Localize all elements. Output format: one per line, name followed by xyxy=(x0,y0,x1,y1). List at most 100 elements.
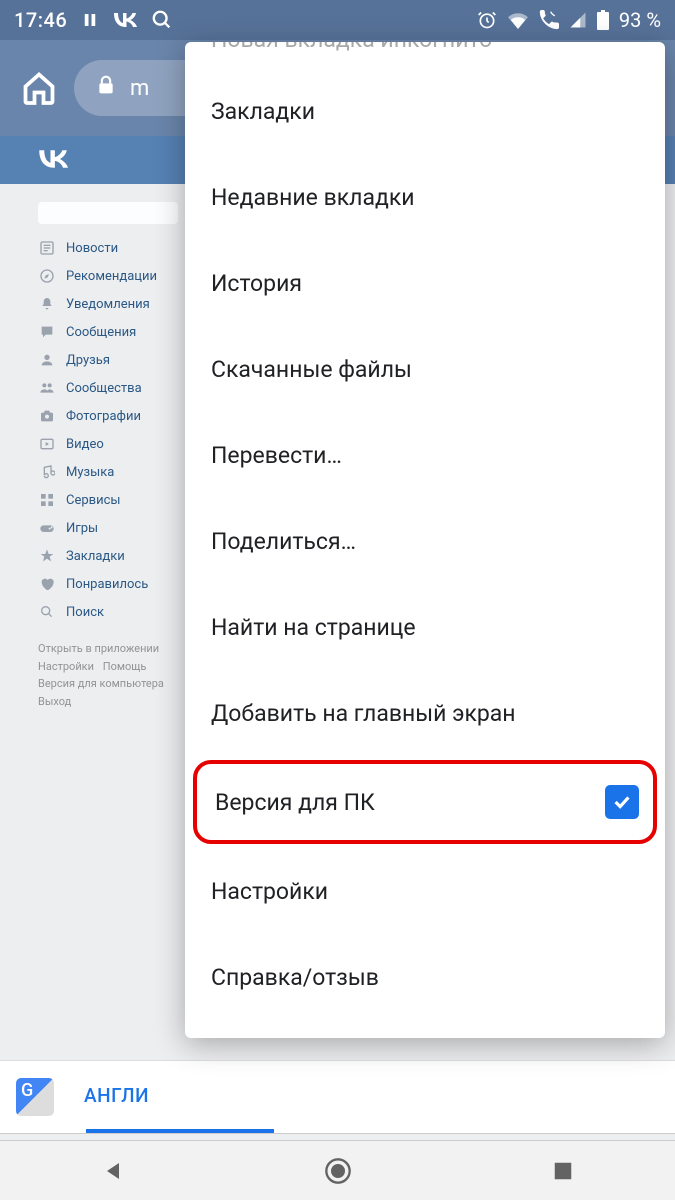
status-left: 17:46 xyxy=(14,8,173,32)
menu-item-label: Добавить на главный экран xyxy=(211,700,516,727)
footer-help[interactable]: Помощь xyxy=(103,658,147,676)
music-icon xyxy=(38,463,56,481)
clock: 17:46 xyxy=(14,8,67,32)
menu-item-label: Перевести… xyxy=(211,442,342,469)
menu-item-label: Закладки xyxy=(211,98,315,125)
battery-icon xyxy=(597,10,609,30)
sidebar-item-bell[interactable]: Уведомления xyxy=(38,290,198,318)
home-nav-button[interactable] xyxy=(318,1151,358,1191)
menu-item-label: Настройки xyxy=(211,878,328,905)
camera-icon xyxy=(38,407,56,425)
sidebar-item-label: Видео xyxy=(66,437,104,452)
sidebar-item-label: Сервисы xyxy=(66,493,121,508)
sidebar-item-news[interactable]: Новости xyxy=(38,234,198,262)
battery-percent: 93 % xyxy=(619,8,661,32)
vk-logo-icon[interactable] xyxy=(38,146,68,174)
sidebar-footer: Открыть в приложении Настройки Помощь Ве… xyxy=(38,640,198,710)
sidebar-item-label: Друзья xyxy=(66,353,110,368)
menu-item-6[interactable]: Найти на странице xyxy=(185,584,665,670)
checkbox-checked-icon[interactable] xyxy=(605,785,639,819)
url-text: m xyxy=(130,76,149,101)
menu-item-4[interactable]: Перевести… xyxy=(185,412,665,498)
alarm-icon xyxy=(477,10,497,30)
pause-icon xyxy=(81,11,99,29)
user-icon xyxy=(38,351,56,369)
vk-notification-icon xyxy=(113,11,137,29)
sidebar-item-video[interactable]: Видео xyxy=(38,430,198,458)
menu-item-2[interactable]: История xyxy=(185,240,665,326)
footer-desktop[interactable]: Версия для компьютера xyxy=(38,675,164,693)
sidebar-item-label: Фотографии xyxy=(66,409,141,424)
google-translate-bar[interactable]: G АНГЛИ xyxy=(0,1060,675,1134)
menu-item-label: Скачанные файлы xyxy=(211,356,412,383)
sidebar-item-camera[interactable]: Фотографии xyxy=(38,402,198,430)
menu-item-5[interactable]: Поделиться… xyxy=(185,498,665,584)
menu-item-label: Найти на странице xyxy=(211,614,416,641)
news-icon xyxy=(38,239,56,257)
menu-item-9[interactable]: Настройки xyxy=(185,848,665,934)
video-icon xyxy=(38,435,56,453)
sidebar-item-label: Рекомендации xyxy=(66,269,157,284)
translate-tab-english[interactable]: АНГЛИ xyxy=(84,1084,149,1110)
menu-item-incognito[interactable]: Новая вкладка инкогнито xyxy=(185,42,665,68)
sidebar-item-search[interactable]: Поиск xyxy=(38,598,198,626)
sidebar-item-user[interactable]: Друзья xyxy=(38,346,198,374)
menu-item-label: Справка/отзыв xyxy=(211,964,379,991)
menu-item-3[interactable]: Скачанные файлы xyxy=(185,326,665,412)
menu-item-1[interactable]: Недавние вкладки xyxy=(185,154,665,240)
tab-indicator xyxy=(86,1129,274,1133)
android-status-bar: 17:46 93 % xyxy=(0,0,675,40)
sidebar-item-users[interactable]: Сообщества xyxy=(38,374,198,402)
wifi-calling-icon xyxy=(539,10,559,30)
sidebar-item-label: Сообщества xyxy=(66,381,142,396)
search-icon xyxy=(151,9,173,31)
sidebar-item-label: Поиск xyxy=(66,605,104,620)
sidebar-item-label: Закладки xyxy=(66,549,125,564)
back-button[interactable] xyxy=(93,1151,133,1191)
sidebar-item-label: Музыка xyxy=(66,465,114,480)
chrome-menu: Новая вкладка инкогнито Закладки Недавние… xyxy=(185,42,665,1038)
android-nav-bar xyxy=(0,1140,675,1200)
menu-item-label: История xyxy=(211,270,302,297)
sidebar-item-label: Уведомления xyxy=(66,297,150,312)
footer-open-app[interactable]: Открыть в приложении xyxy=(38,640,159,658)
home-button[interactable] xyxy=(18,67,60,109)
sidebar-item-compass[interactable]: Рекомендации xyxy=(38,262,198,290)
menu-item-label: Поделиться… xyxy=(211,528,356,555)
wifi-icon xyxy=(507,11,529,29)
sidebar-item-label: Игры xyxy=(66,521,98,536)
sidebar-item-label: Сообщения xyxy=(66,325,136,340)
footer-logout[interactable]: Выход xyxy=(38,693,71,711)
profile-link[interactable] xyxy=(38,202,178,224)
game-icon xyxy=(38,519,56,537)
recents-button[interactable] xyxy=(543,1151,583,1191)
sidebar-item-label: Понравилось xyxy=(66,577,148,592)
lock-icon xyxy=(96,73,116,103)
menu-item-10[interactable]: Справка/отзыв xyxy=(185,934,665,1020)
vk-sidebar: Новости Рекомендации Уведомления Сообщения Д… xyxy=(38,202,198,710)
sidebar-item-game[interactable]: Игры xyxy=(38,514,198,542)
star-icon xyxy=(38,547,56,565)
sidebar-item-star[interactable]: Закладки xyxy=(38,542,198,570)
users-icon xyxy=(38,379,56,397)
sidebar-item-services[interactable]: Сервисы xyxy=(38,486,198,514)
menu-item-0[interactable]: Закладки xyxy=(185,68,665,154)
signal-icon xyxy=(569,11,587,29)
compass-icon xyxy=(38,267,56,285)
heart-icon xyxy=(38,575,56,593)
status-right: 93 % xyxy=(477,8,661,32)
services-icon xyxy=(38,491,56,509)
footer-settings[interactable]: Настройки xyxy=(38,658,94,676)
sidebar-item-chat[interactable]: Сообщения xyxy=(38,318,198,346)
chat-icon xyxy=(38,323,56,341)
sidebar-item-heart[interactable]: Понравилось xyxy=(38,570,198,598)
menu-item-label: Версия для ПК xyxy=(215,789,375,816)
menu-item-label: Недавние вкладки xyxy=(211,184,415,211)
bell-icon xyxy=(38,295,56,313)
menu-item-7[interactable]: Добавить на главный экран xyxy=(185,670,665,756)
menu-item-8[interactable]: Версия для ПК xyxy=(193,760,657,844)
search-icon xyxy=(38,603,56,621)
sidebar-item-music[interactable]: Музыка xyxy=(38,458,198,486)
sidebar-item-label: Новости xyxy=(66,241,118,256)
google-translate-icon: G xyxy=(16,1078,54,1116)
